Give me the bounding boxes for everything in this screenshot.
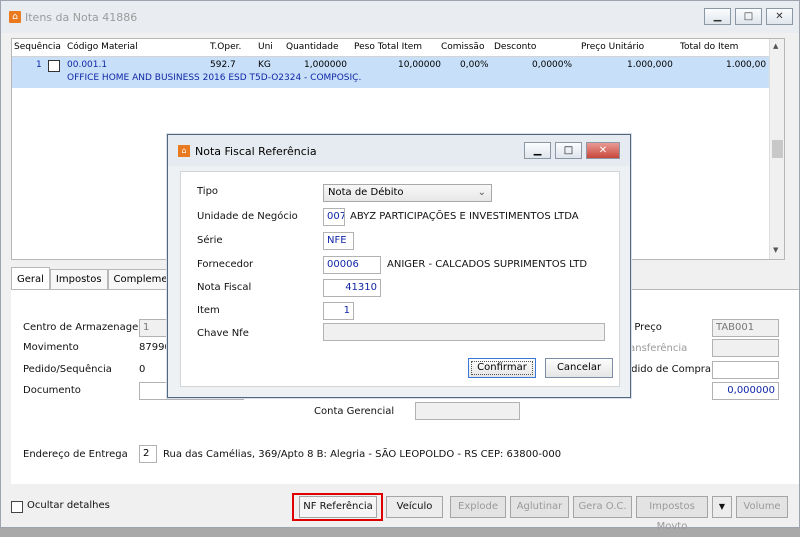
transferencia-label: ransferência — [625, 343, 688, 354]
fornecedor-code-field[interactable]: 00006 — [323, 256, 381, 274]
cancelar-button[interactable]: Cancelar — [545, 358, 613, 378]
nota-fiscal-label: Nota Fiscal — [197, 282, 252, 293]
row-uni: KG — [258, 60, 271, 70]
nf-referencia-button[interactable]: NF Referência — [299, 496, 377, 518]
chave-nfe-field[interactable] — [323, 323, 605, 341]
endereco-value: Rua das Camélias, 369/Apto 8 B: Alegria … — [163, 449, 562, 460]
veiculo-button[interactable]: Veículo — [386, 496, 443, 518]
grid-header: Sequência Código Material T.Oper. Uni Qu… — [12, 39, 771, 57]
conta-gerencial-field[interactable] — [415, 402, 520, 420]
window-title: Itens da Nota 41886 — [25, 11, 138, 24]
serie-field[interactable]: NFE — [323, 232, 354, 250]
unidade-code-field[interactable]: 007 — [323, 208, 345, 226]
table-row[interactable]: 1 00.001.1 592.7 KG 1,000000 10,00000 0,… — [12, 57, 771, 88]
endereco-num-field[interactable]: 2 — [139, 445, 157, 463]
tipo-select[interactable]: Nota de Débito ⌄ — [323, 184, 492, 202]
endereco-label: Endereço de Entrega — [23, 449, 128, 460]
col-peso[interactable]: Peso Total Item — [354, 42, 422, 52]
fornecedor-label: Fornecedor — [197, 259, 254, 270]
item-field[interactable]: 1 — [323, 302, 354, 320]
row-comissao: 0,00% — [460, 60, 489, 70]
row-codigo: 00.001.1 — [67, 60, 108, 70]
row-preco: 1.000,000 — [627, 60, 673, 70]
dialog-minimize-button[interactable]: ▁ — [524, 142, 551, 159]
col-quantidade[interactable]: Quantidade — [286, 42, 339, 52]
dialog-title: Nota Fiscal Referência — [195, 145, 317, 158]
app-icon: ⌂ — [9, 11, 21, 23]
pedido-label: Pedido/Sequência — [23, 364, 112, 375]
tab-impostos[interactable]: Impostos — [49, 269, 108, 290]
close-button[interactable]: ✕ — [766, 8, 793, 25]
pedido-value: 0 — [139, 364, 146, 375]
nota-fiscal-field[interactable]: 41310 — [323, 279, 381, 297]
transferencia-field[interactable] — [712, 339, 779, 357]
row-peso: 10,00000 — [398, 60, 441, 70]
explode-button[interactable]: Explode — [450, 496, 506, 518]
row-quantidade: 1,000000 — [304, 60, 347, 70]
ocultar-label: Ocultar detalhes — [27, 500, 110, 511]
ocultar-checkbox[interactable] — [11, 501, 23, 513]
tipo-label: Tipo — [197, 186, 219, 197]
chave-nfe-label: Chave Nfe — [197, 328, 249, 339]
unidade-label: Unidade de Negócio — [197, 211, 298, 222]
col-total[interactable]: Total do Item — [680, 42, 738, 52]
col-codigo-material[interactable]: Código Material — [67, 42, 138, 52]
scroll-up-icon[interactable]: ▲ — [773, 42, 778, 50]
item-label: Item — [197, 305, 220, 316]
more-dropdown-button[interactable]: ▼ — [712, 496, 732, 518]
dialog-app-icon: ⌂ — [178, 145, 190, 157]
col-desconto[interactable]: Desconto — [494, 42, 536, 52]
nf-referencia-dialog: ⌂ Nota Fiscal Referência ▁ □ ✕ Tipo Nota… — [167, 134, 631, 398]
volume-button[interactable]: Volume — [736, 496, 788, 518]
row-total: 1.000,00 — [726, 60, 767, 70]
tab-geral[interactable]: Geral — [11, 267, 50, 290]
row-checkbox[interactable] — [48, 60, 60, 72]
maximize-button[interactable]: □ — [735, 8, 762, 25]
gera-oc-button[interactable]: Gera O.C. — [573, 496, 632, 518]
col-toper[interactable]: T.Oper. — [210, 42, 241, 52]
title-bar: ⌂ Itens da Nota 41886 ▁ □ ✕ — [1, 1, 799, 33]
row-toper: 592.7 — [210, 60, 236, 70]
chevron-down-icon: ⌄ — [477, 187, 486, 198]
minimize-button[interactable]: ▁ — [704, 8, 731, 25]
bottom-bar: Ocultar detalhes NF Referência Veículo E… — [1, 493, 799, 532]
scroll-down-icon[interactable]: ▼ — [773, 246, 778, 254]
pedido-compra-label: edido de Compra — [625, 364, 712, 375]
col-preco[interactable]: Preço Unitário — [581, 42, 644, 52]
dialog-body: Tipo Nota de Débito ⌄ Unidade de Negócio … — [180, 171, 620, 387]
dialog-close-button[interactable]: ✕ — [586, 142, 620, 159]
aglutinar-button[interactable]: Aglutinar — [510, 496, 569, 518]
fornecedor-name: ANIGER - CALCADOS SUPRIMENTOS LTD — [387, 259, 588, 270]
row-seq: 1 — [36, 60, 42, 70]
row-desconto: 0,0000% — [532, 60, 573, 70]
row-descricao: OFFICE HOME AND BUSINESS 2016 ESD T5D-O2… — [67, 73, 362, 83]
pedido-compra-field[interactable] — [712, 361, 779, 379]
main-window: ⌂ Itens da Nota 41886 ▁ □ ✕ Sequência Có… — [0, 0, 800, 532]
dialog-title-bar: ⌂ Nota Fiscal Referência ▁ □ ✕ — [168, 135, 630, 166]
valor-field[interactable]: 0,000000 — [712, 382, 779, 400]
grid-scrollbar[interactable]: ▲ ▼ — [769, 39, 784, 259]
col-uni[interactable]: Uni — [258, 42, 273, 52]
col-sequencia[interactable]: Sequência — [14, 42, 61, 52]
impostos-movto-button[interactable]: Impostos Movto — [636, 496, 708, 532]
documento-label: Documento — [23, 385, 81, 396]
unidade-name: ABYZ PARTICIPAÇÕES E INVESTIMENTOS LTDA — [350, 211, 579, 222]
scroll-thumb[interactable] — [772, 140, 783, 158]
centro-label: Centro de Armazenagem — [23, 322, 149, 333]
col-comissao[interactable]: Comissão — [441, 42, 484, 52]
serie-label: Série — [197, 235, 223, 246]
confirmar-button[interactable]: Confirmar — [468, 358, 536, 378]
tabela-preco-field[interactable]: TAB001 — [712, 319, 779, 337]
detail-tabs: Geral Impostos Complemento — [11, 267, 190, 290]
conta-gerencial-label: Conta Gerencial — [314, 406, 395, 417]
movimento-label: Movimento — [23, 342, 79, 353]
dialog-maximize-button[interactable]: □ — [555, 142, 582, 159]
